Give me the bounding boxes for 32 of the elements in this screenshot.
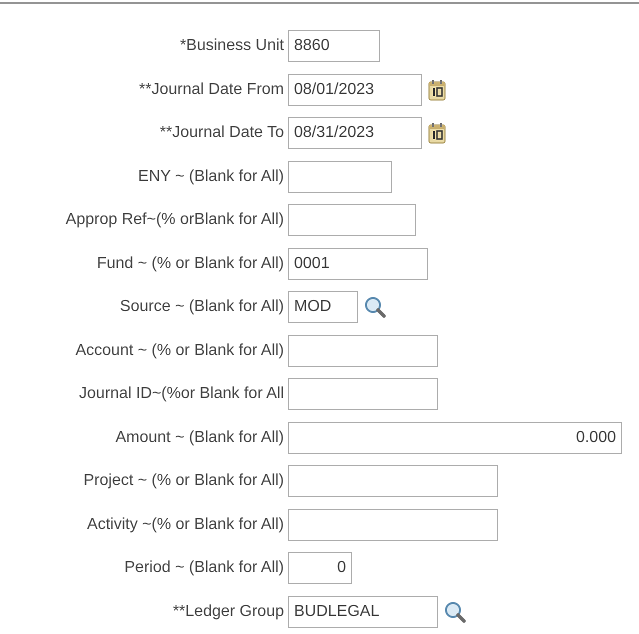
input-field[interactable]: 0.000 [288,422,622,454]
calendar-icon[interactable] [428,122,446,144]
input-field[interactable] [288,160,392,192]
search-icon[interactable] [364,296,386,318]
input-field[interactable]: 0 [288,552,352,584]
field-label: *Business Unit [180,37,284,55]
input-field[interactable]: 0001 [288,248,428,280]
input-field[interactable] [288,508,498,540]
field-label: Source ~ (Blank for All) [120,298,284,316]
input-field[interactable]: 8860 [288,30,380,62]
field-label: Approp Ref~(% orBlank for All) [66,211,284,229]
input-field[interactable] [288,204,416,236]
input-field[interactable] [288,465,498,497]
field-label: Project ~ (% or Blank for All) [83,472,284,490]
field-label: **Ledger Group [172,602,284,620]
field-label: ENY ~ (Blank for All) [138,168,284,186]
search-icon[interactable] [444,600,466,622]
field-label: Fund ~ (% or Blank for All) [96,254,284,272]
field-label: Amount ~ (Blank for All) [115,428,284,446]
calendar-icon[interactable] [428,78,446,100]
input-field[interactable] [288,378,438,410]
input-field[interactable] [288,334,438,366]
field-label: Journal ID~(%or Blank for All [79,385,284,403]
field-label: Activity ~(% or Blank for All) [87,516,284,534]
field-label: Period ~ (Blank for All) [124,559,284,577]
input-field[interactable]: BUDLEGAL [288,596,438,628]
field-label: Account ~ (% or Blank for All) [75,342,284,360]
input-field[interactable]: 08/31/2023 [288,117,422,149]
field-label: **Journal Date To [160,124,284,142]
field-label: **Journal Date From [139,80,284,98]
input-field[interactable]: MOD [288,291,358,323]
input-field[interactable]: 08/01/2023 [288,74,422,106]
